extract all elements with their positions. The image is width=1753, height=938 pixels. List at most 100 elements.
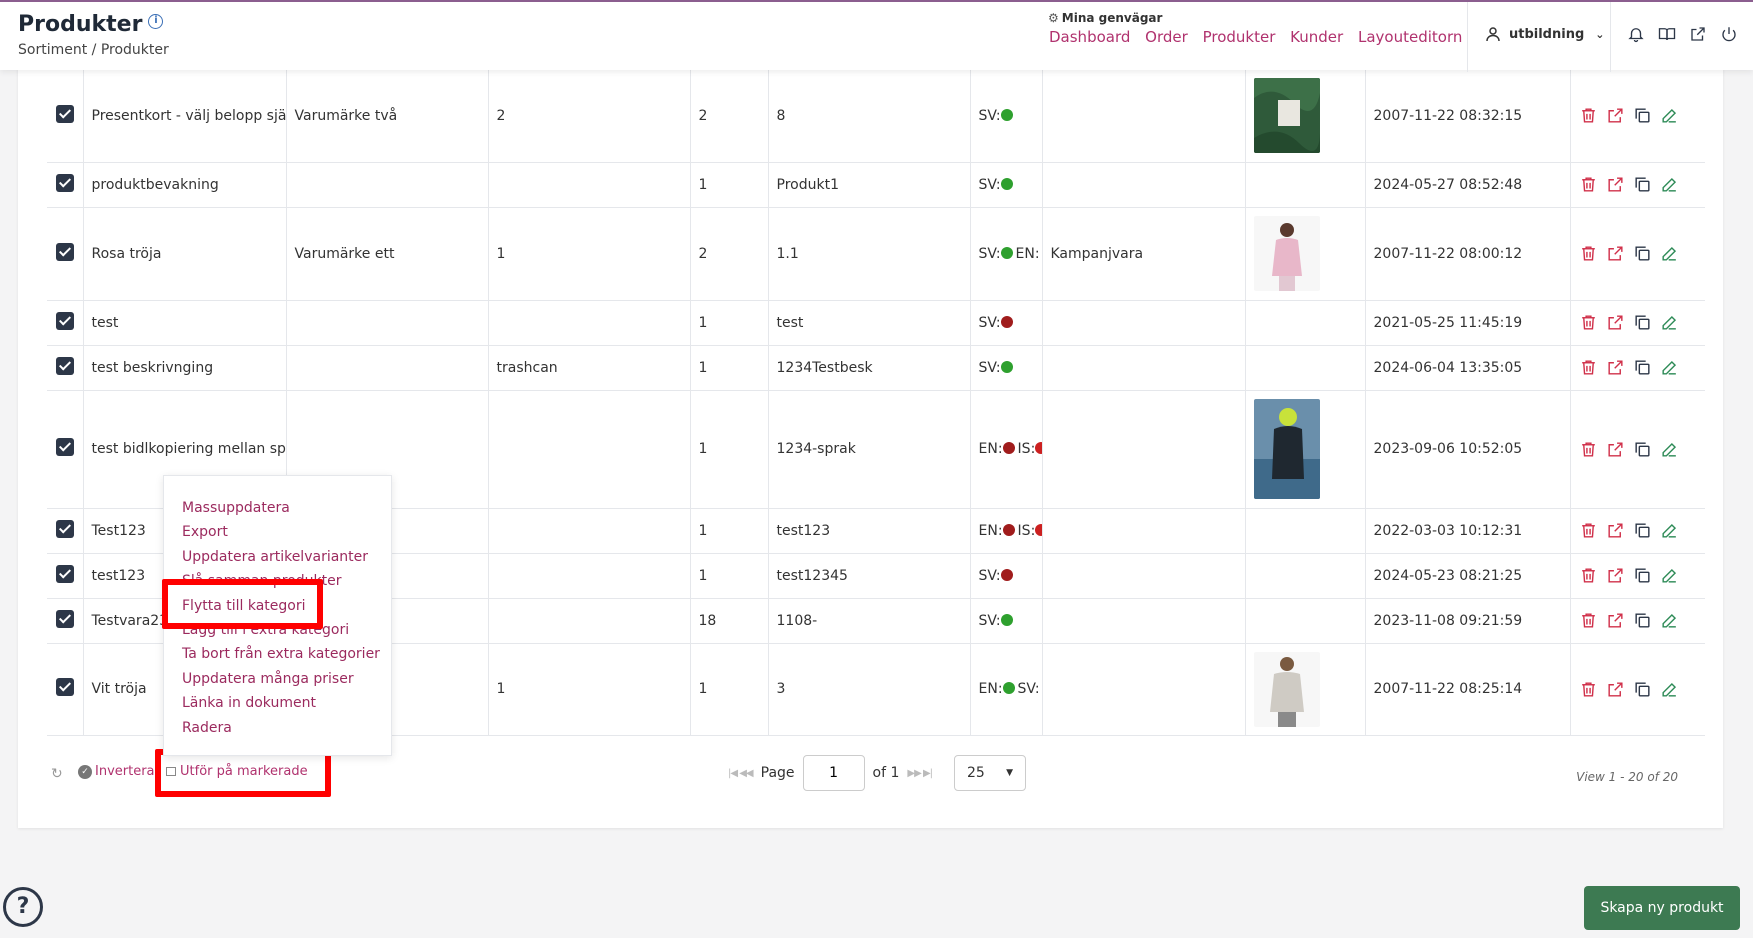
shortcut-order[interactable]: Order <box>1145 28 1188 46</box>
checkbox-cell <box>47 300 84 346</box>
trash-icon[interactable] <box>1579 175 1598 194</box>
row-checkbox[interactable] <box>55 311 74 330</box>
product-name: test123 <box>91 567 146 584</box>
menu-item-massuppdatera[interactable]: Massuppdatera <box>164 496 391 520</box>
bell-icon[interactable] <box>1627 25 1645 43</box>
edit-icon[interactable] <box>1660 680 1679 699</box>
edit-icon[interactable] <box>1660 244 1679 263</box>
header-divider <box>1610 2 1611 72</box>
edit-icon[interactable] <box>1660 358 1679 377</box>
trash-icon[interactable] <box>1579 244 1598 263</box>
page-label: Page <box>760 765 795 781</box>
external-link-icon[interactable] <box>1606 358 1625 377</box>
table-row[interactable]: test beskrivnging trashcan 1 1234Testbesk SV… <box>47 345 1705 391</box>
trash-icon[interactable] <box>1579 566 1598 585</box>
edit-icon[interactable] <box>1660 440 1679 459</box>
date-cell: 2007-11-22 08:25:14 <box>1365 643 1571 736</box>
invert-button[interactable]: ✓ Invertera <box>78 764 155 779</box>
row-checkbox[interactable] <box>55 438 74 456</box>
copy-icon[interactable] <box>1633 175 1652 194</box>
edit-icon[interactable] <box>1660 521 1679 540</box>
trash-icon[interactable] <box>1579 611 1598 630</box>
menu-item-ta-bort-extra-kategorier[interactable]: Ta bort från extra kategorier <box>164 642 391 666</box>
copy-icon[interactable] <box>1633 680 1652 699</box>
external-link-icon[interactable] <box>1606 244 1625 263</box>
row-checkbox[interactable] <box>55 173 74 192</box>
per-page-select[interactable]: 25 ▼ <box>954 755 1027 791</box>
edit-icon[interactable] <box>1660 106 1679 125</box>
external-link-icon[interactable] <box>1606 313 1625 332</box>
power-icon[interactable] <box>1720 25 1738 43</box>
edit-icon[interactable] <box>1660 175 1679 194</box>
shortcut-kunder[interactable]: Kunder <box>1290 28 1343 46</box>
copy-icon[interactable] <box>1633 566 1652 585</box>
copy-icon[interactable] <box>1633 440 1652 459</box>
external-link-icon[interactable] <box>1606 521 1625 540</box>
trash-icon[interactable] <box>1579 680 1598 699</box>
external-link-icon[interactable] <box>1606 175 1625 194</box>
info-icon[interactable]: i <box>148 14 164 29</box>
trash-icon[interactable] <box>1579 521 1598 540</box>
edit-icon[interactable] <box>1660 566 1679 585</box>
copy-icon[interactable] <box>1633 106 1652 125</box>
brand: Varumärke två <box>294 107 398 124</box>
row-checkbox[interactable] <box>55 242 74 261</box>
menu-item-lanka-in-dokument[interactable]: Länka in dokument <box>164 691 391 715</box>
copy-icon[interactable] <box>1633 313 1652 332</box>
product-name-cell: produktbevakning <box>83 162 287 208</box>
menu-item-radera[interactable]: Radera <box>164 716 391 740</box>
last-page-icon[interactable]: ▶▶ ▶| <box>907 768 933 779</box>
page-input[interactable] <box>802 755 865 791</box>
menu-item-uppdatera-artikelvarianter[interactable]: Uppdatera artikelvarianter <box>164 545 391 569</box>
external-link-icon[interactable] <box>1689 25 1707 43</box>
row-checkbox[interactable] <box>55 678 74 696</box>
menu-item-uppdatera-manga-priser[interactable]: Uppdatera många priser <box>164 667 391 691</box>
copy-icon[interactable] <box>1633 521 1652 540</box>
row-checkbox[interactable] <box>55 564 74 583</box>
trash-icon[interactable] <box>1579 106 1598 125</box>
first-page-icon[interactable]: |◀ ◀◀ <box>728 768 754 779</box>
row-actions <box>1579 313 1698 332</box>
row-checkbox[interactable] <box>55 104 74 123</box>
refresh-icon[interactable]: ↻ <box>51 766 63 782</box>
table-row[interactable]: test 1 test SV: 2021-05-25 11:45:19 <box>47 300 1705 346</box>
date: 2023-11-08 09:21:59 <box>1373 612 1523 629</box>
trash-icon[interactable] <box>1579 358 1598 377</box>
trash-icon[interactable] <box>1579 440 1598 459</box>
copy-icon[interactable] <box>1633 611 1652 630</box>
row-checkbox[interactable] <box>55 519 74 538</box>
date: 2023-09-06 10:52:05 <box>1373 441 1523 457</box>
book-icon[interactable] <box>1658 25 1676 43</box>
image-cell <box>1245 70 1366 163</box>
external-link-icon[interactable] <box>1606 106 1625 125</box>
table-row[interactable]: Presentkort - välj belopp själv Varumärke… <box>47 70 1705 163</box>
view-info: View 1 - 20 of 20 <box>1576 770 1678 784</box>
external-link-icon[interactable] <box>1606 566 1625 585</box>
row-checkbox[interactable] <box>55 609 74 628</box>
create-product-button[interactable]: Skapa ny produkt <box>1584 886 1740 930</box>
external-link-icon[interactable] <box>1606 440 1625 459</box>
shortcut-produkter[interactable]: Produkter <box>1203 28 1276 46</box>
table-row[interactable]: Rosa tröja Varumärke ett 1 2 1.1 SV: EN: Kampan… <box>47 207 1705 301</box>
external-link-icon[interactable] <box>1606 611 1625 630</box>
page-title-text: Produkter <box>18 12 143 37</box>
edit-icon[interactable] <box>1660 313 1679 332</box>
copy-icon[interactable] <box>1633 358 1652 377</box>
user-menu[interactable]: utbildning ⌄ <box>1485 26 1604 42</box>
shortcut-layouteditorn[interactable]: Layouteditorn <box>1358 28 1462 46</box>
shortcut-dashboard[interactable]: Dashboard <box>1049 28 1130 46</box>
column-4-cell: 1 <box>690 345 769 391</box>
help-icon[interactable]: ? <box>3 887 43 927</box>
column-4-cell: 1 <box>690 162 769 208</box>
column-4-cell: 1 <box>690 553 769 599</box>
copy-icon[interactable] <box>1633 244 1652 263</box>
trash-icon[interactable] <box>1579 313 1598 332</box>
status-dot <box>1000 360 1013 373</box>
table-row[interactable]: produktbevakning 1 Produkt1 SV: 2024-05-27 0… <box>47 162 1705 208</box>
row-checkbox[interactable] <box>55 356 74 375</box>
article-number: Produkt1 <box>776 176 839 193</box>
menu-item-export[interactable]: Export <box>164 520 391 544</box>
edit-icon[interactable] <box>1660 611 1679 630</box>
external-link-icon[interactable] <box>1606 680 1625 699</box>
date-cell: 2021-05-25 11:45:19 <box>1365 300 1571 346</box>
